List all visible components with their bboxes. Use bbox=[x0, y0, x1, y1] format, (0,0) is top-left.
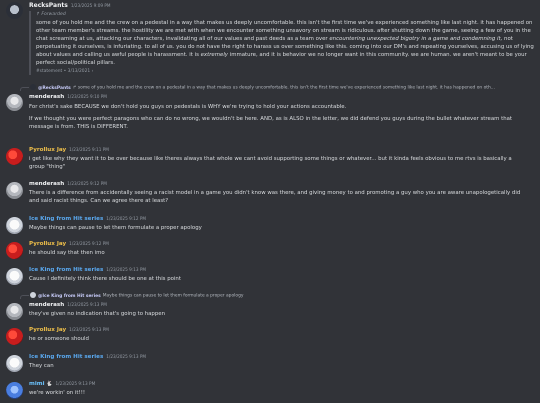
timestamp: 1/23/2025 9:13 PM bbox=[106, 267, 146, 272]
forwarded-label-text: Forwarded bbox=[41, 12, 66, 17]
forwarded-text-emphasis: extremely bbox=[200, 52, 229, 59]
username[interactable]: menderash bbox=[29, 302, 64, 308]
chat-message: RecksPants 1/23/2025 9:09 PM ↱ Forwarded … bbox=[0, 0, 540, 82]
username[interactable]: Pyrollux Jay bbox=[29, 241, 66, 247]
username[interactable]: menderash bbox=[29, 181, 64, 187]
forwarded-label: ↱ Forwarded bbox=[36, 11, 534, 19]
timestamp: 1/23/2025 9:12 PM bbox=[106, 216, 146, 221]
reply-spine bbox=[20, 87, 29, 91]
username[interactable]: Ice King from Hit series bbox=[29, 216, 103, 222]
username[interactable]: Ice King from Hit series bbox=[29, 267, 103, 273]
message-header: Ice King from Hit series 1/23/2025 9:13 P… bbox=[29, 354, 146, 360]
timestamp: 1/23/2025 9:13 PM bbox=[67, 302, 107, 307]
reply-author[interactable]: @RecksPants bbox=[38, 86, 71, 91]
username[interactable]: mimi bbox=[29, 381, 45, 387]
reply-text: Maybe things can pause to let them formu… bbox=[102, 293, 244, 299]
message-header: menderash 1/23/2025 9:13 PM bbox=[29, 302, 107, 308]
username[interactable]: RecksPants bbox=[29, 2, 68, 9]
message-text: Cause I definitely think there should be… bbox=[29, 276, 181, 282]
chat-message: Pyrollux Jay 1/23/2025 9:12 PM he should … bbox=[0, 241, 540, 261]
reply-preview[interactable]: @Ice King from Hit series Maybe things ca… bbox=[20, 292, 535, 299]
chat-message: Ice King from Hit series 1/23/2025 9:13 P… bbox=[0, 267, 540, 287]
avatar[interactable] bbox=[6, 2, 23, 19]
chat-message: menderash 1/23/2025 9:12 PM There is a di… bbox=[0, 181, 540, 209]
username[interactable]: Pyrollux Jay bbox=[29, 327, 66, 333]
reply-avatar bbox=[30, 84, 36, 90]
reply-text: some of you hold me and the crew on a pe… bbox=[77, 85, 495, 91]
avatar[interactable] bbox=[6, 355, 23, 372]
timestamp: 1/23/2025 9:10 PM bbox=[67, 94, 107, 99]
timestamp: 1/23/2025 9:09 PM bbox=[70, 3, 111, 8]
forwarded-message: ↱ Forwarded some of you hold me and the … bbox=[29, 11, 534, 75]
avatar[interactable] bbox=[6, 242, 23, 259]
username[interactable]: menderash bbox=[29, 94, 64, 100]
message-text: message is from. THIS is DIFFERENT. bbox=[29, 124, 128, 130]
avatar[interactable] bbox=[6, 182, 23, 199]
message-text: we're workin' on it!!! bbox=[29, 390, 86, 396]
avatar[interactable] bbox=[6, 303, 23, 320]
message-text: They can bbox=[29, 363, 54, 369]
message-header: Ice King from Hit series 1/23/2025 9:12 P… bbox=[29, 216, 146, 222]
reply-author[interactable]: @Ice King from Hit series bbox=[38, 294, 101, 299]
chat-message: mimi 🐇 1/23/2025 9:13 PM we're workin' on… bbox=[0, 381, 540, 401]
avatar[interactable] bbox=[6, 94, 23, 111]
avatar[interactable] bbox=[6, 268, 23, 285]
chat-message: Ice King from Hit series 1/23/2025 9:13 P… bbox=[0, 354, 540, 374]
message-header: Ice King from Hit series 1/23/2025 9:13 P… bbox=[29, 267, 146, 273]
username[interactable]: Ice King from Hit series bbox=[29, 354, 103, 360]
chat-message: @Ice King from Hit series Maybe things ca… bbox=[0, 292, 540, 322]
message-text: they've given no indication that's going… bbox=[29, 311, 166, 317]
reply-spine bbox=[20, 295, 29, 299]
reply-avatar bbox=[30, 292, 36, 298]
message-header: Pyrollux Jay 1/23/2025 9:11 PM bbox=[29, 147, 109, 153]
message-header: menderash 1/23/2025 9:12 PM bbox=[29, 181, 107, 187]
username[interactable]: Pyrollux Jay bbox=[29, 147, 66, 153]
forwarded-source-link[interactable]: #statement • 3/13/2021 › bbox=[36, 68, 534, 76]
message-text: he or someone should bbox=[29, 336, 89, 342]
message-header: menderash 1/23/2025 9:10 PM bbox=[29, 94, 107, 100]
avatar[interactable] bbox=[6, 217, 23, 234]
chat-message-list: RecksPants 1/23/2025 9:09 PM ↱ Forwarded … bbox=[0, 0, 540, 403]
message-text: and said racist things. Can we agree the… bbox=[29, 198, 169, 204]
message-header: RecksPants 1/23/2025 9:09 PM bbox=[29, 2, 111, 9]
forwarded-text-emphasis: encountering unexpected bigotry in a gam… bbox=[329, 36, 503, 43]
reply-preview[interactable]: @RecksPants ↱ some of you hold me and the… bbox=[20, 84, 535, 91]
avatar[interactable] bbox=[6, 148, 23, 165]
chat-message: Pyrollux Jay 1/23/2025 9:13 PM he or some… bbox=[0, 327, 540, 347]
rabbit-badge-icon: 🐇 bbox=[46, 381, 53, 387]
message-header: Pyrollux Jay 1/23/2025 9:12 PM bbox=[29, 241, 109, 247]
message-header: Pyrollux Jay 1/23/2025 9:13 PM bbox=[29, 327, 109, 333]
message-text: Maybe things can pause to let them formu… bbox=[29, 225, 202, 231]
chat-message: Ice King from Hit series 1/23/2025 9:12 P… bbox=[0, 216, 540, 236]
chat-message: @RecksPants ↱ some of you hold me and the… bbox=[0, 84, 540, 142]
timestamp: 1/23/2025 9:11 PM bbox=[69, 147, 109, 152]
timestamp: 1/23/2025 9:13 PM bbox=[106, 354, 146, 359]
message-text: he should say that then imo bbox=[29, 250, 105, 256]
message-header: mimi 🐇 1/23/2025 9:13 PM bbox=[29, 381, 95, 387]
timestamp: 1/23/2025 9:12 PM bbox=[69, 241, 109, 246]
forward-arrow-icon: ↱ bbox=[36, 12, 40, 17]
timestamp: 1/23/2025 9:13 PM bbox=[69, 327, 109, 332]
message-text: For christ's sake BECAUSE we don't hold … bbox=[29, 104, 347, 110]
avatar[interactable] bbox=[6, 328, 23, 345]
forwarded-body: some of you hold me and the crew on a pe… bbox=[36, 19, 534, 68]
chat-message: Pyrollux Jay 1/23/2025 9:11 PM i get like… bbox=[0, 147, 540, 175]
avatar[interactable] bbox=[6, 382, 23, 399]
timestamp: 1/23/2025 9:12 PM bbox=[67, 181, 107, 186]
timestamp: 1/23/2025 9:13 PM bbox=[55, 381, 96, 386]
message-text: group "thing" bbox=[29, 164, 66, 170]
